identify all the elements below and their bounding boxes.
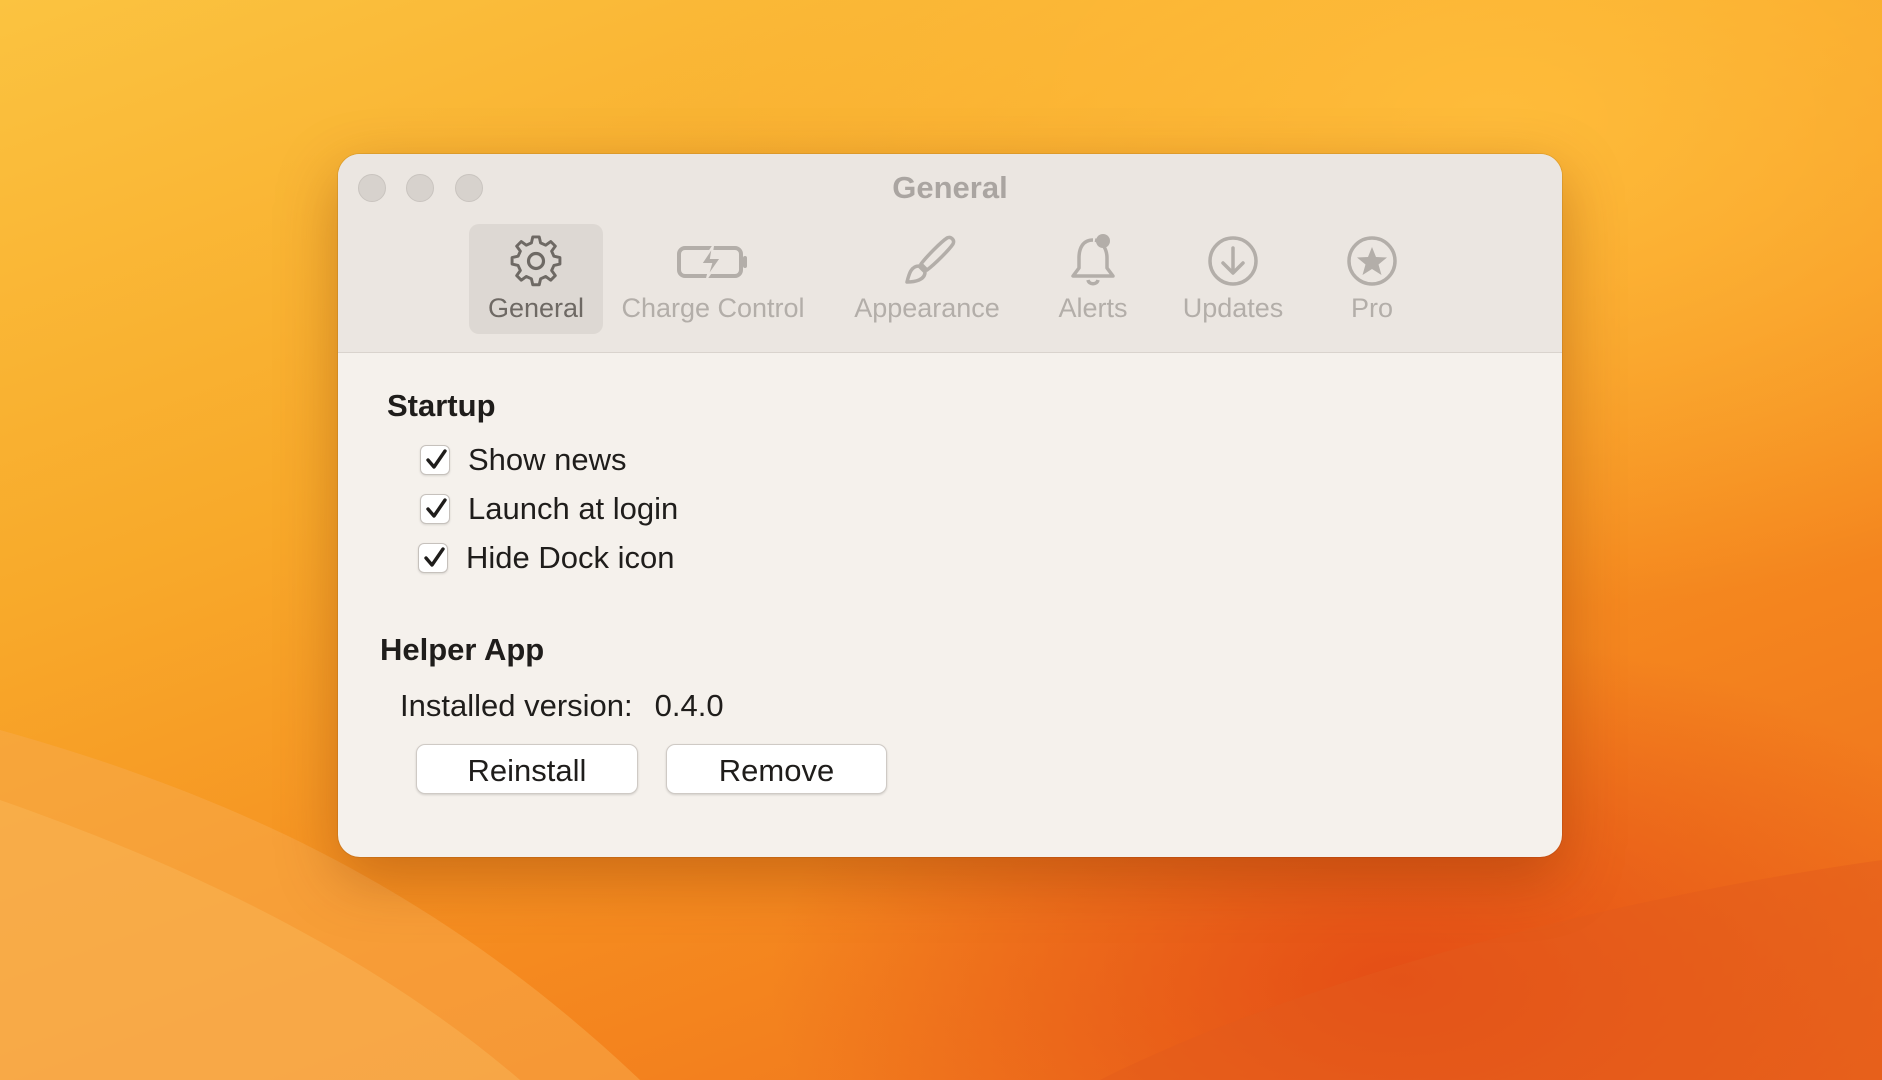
hide-dock-icon-option[interactable]: Hide Dock icon [418,540,674,576]
tab-alerts-label: Alerts [1058,293,1128,323]
checkmark-icon [426,449,447,469]
tab-charge-control[interactable]: Charge Control [613,224,813,334]
launch-at-login-label: Launch at login [468,491,679,526]
show-news-option[interactable]: Show news [420,442,627,478]
gear-icon [510,235,562,287]
installed-version-value: 0.4.0 [654,688,724,723]
tab-alerts[interactable]: Alerts [1038,224,1148,334]
installed-version-label: Installed version: [400,688,633,723]
show-news-label: Show news [468,442,627,477]
checkmark-icon [424,547,445,567]
startup-section-title: Startup [387,388,496,423]
tab-pro-label: Pro [1350,293,1394,323]
tab-charge-control-label: Charge Control [621,293,805,323]
download-arrow-icon [1208,236,1258,286]
checkmark-icon [426,498,447,518]
tab-general-label: General [487,293,585,323]
installed-version-row: Installed version: 0.4.0 [400,688,724,724]
launch-at-login-option[interactable]: Launch at login [420,491,678,527]
launch-at-login-checkbox[interactable] [420,494,450,524]
tab-general[interactable]: General [469,224,603,334]
reinstall-button[interactable]: Reinstall [416,744,638,794]
tab-updates[interactable]: Updates [1168,224,1298,334]
remove-button[interactable]: Remove [666,744,887,794]
hide-dock-icon-checkbox[interactable] [418,543,448,573]
toolbar: General General Charge Control Appearanc… [338,154,1562,353]
battery-charging-icon [677,245,747,279]
hide-dock-icon-label: Hide Dock icon [466,540,675,575]
tab-appearance[interactable]: Appearance [844,224,1010,334]
tab-pro[interactable]: Pro [1322,224,1422,334]
tab-updates-label: Updates [1182,293,1284,323]
show-news-checkbox[interactable] [420,445,450,475]
paintbrush-icon [905,235,956,284]
bell-badge-icon [1071,234,1115,286]
tab-appearance-label: Appearance [854,293,1000,323]
helper-app-section-title: Helper App [380,632,545,667]
window-title: General [892,170,1008,205]
star-circle-icon [1347,236,1397,286]
